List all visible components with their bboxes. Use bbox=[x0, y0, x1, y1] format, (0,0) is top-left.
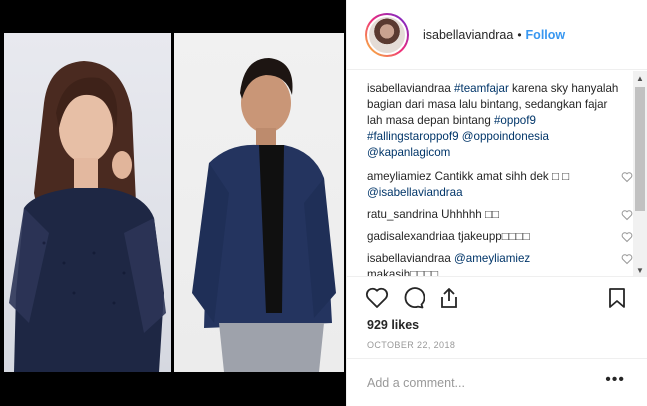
photo-woman bbox=[4, 33, 171, 372]
photo-man bbox=[174, 33, 344, 372]
post-caption: isabellaviandraa #teamfajar karena sky h… bbox=[367, 81, 623, 161]
comment-text: Cantikk amat sihh dek bbox=[431, 170, 552, 183]
scroll-down-arrow-icon[interactable]: ▼ bbox=[633, 263, 647, 276]
mention-oppoindonesia[interactable]: @oppoindonesia bbox=[462, 130, 549, 143]
avatar[interactable] bbox=[365, 12, 409, 57]
comments-list: isabellaviandraa #teamfajar karena sky h… bbox=[347, 71, 647, 277]
comment-mention[interactable]: @ameyliamiez bbox=[454, 252, 530, 265]
hashtag-fallingstaroppof9[interactable]: #fallingstaroppof9 bbox=[367, 130, 459, 143]
comment-like-heart-icon[interactable] bbox=[621, 253, 633, 265]
comment-username[interactable]: ameyliamiez bbox=[367, 170, 431, 183]
post-header: isabellaviandraa • Follow bbox=[347, 0, 647, 70]
comment-item: ameyliamiez Cantikk amat sihh dek □ □ @i… bbox=[367, 169, 633, 201]
post-side-panel: isabellaviandraa • Follow isabellaviandr… bbox=[346, 0, 647, 406]
comment-item: ratu_sandrina Uhhhhh □□ bbox=[367, 207, 633, 223]
heart-icon[interactable] bbox=[365, 286, 389, 310]
comment-username[interactable]: ratu_sandrina bbox=[367, 208, 438, 221]
scroll-up-arrow-icon[interactable]: ▲ bbox=[633, 71, 647, 85]
scroll-thumb[interactable] bbox=[635, 87, 645, 211]
add-comment-bar: ••• bbox=[347, 358, 647, 406]
post-actions bbox=[347, 278, 647, 318]
bookmark-icon[interactable] bbox=[605, 286, 629, 310]
comment-username[interactable]: gadisalexandriaa bbox=[367, 230, 455, 243]
likes-count[interactable]: 929 likes bbox=[367, 318, 419, 332]
more-options-icon[interactable]: ••• bbox=[605, 371, 625, 389]
comment-glyphs: □ □ bbox=[551, 170, 570, 183]
post-media bbox=[0, 0, 346, 406]
comment-like-heart-icon[interactable] bbox=[621, 231, 633, 243]
share-icon[interactable] bbox=[437, 286, 461, 310]
comment-like-heart-icon[interactable] bbox=[621, 209, 633, 221]
hashtag-teamfajar[interactable]: #teamfajar bbox=[454, 82, 509, 95]
add-comment-input[interactable] bbox=[367, 373, 597, 393]
post-date[interactable]: OCTOBER 22, 2018 bbox=[367, 340, 455, 350]
comment-text: makasih□□□□ bbox=[367, 268, 439, 277]
comment-item: isabellaviandraa @ameyliamiez makasih□□□… bbox=[367, 251, 633, 277]
header-separator: • bbox=[517, 27, 522, 42]
caption-username[interactable]: isabellaviandraa bbox=[367, 82, 451, 95]
comments-scrollbar[interactable]: ▲ ▼ bbox=[633, 71, 647, 276]
header-username[interactable]: isabellaviandraa bbox=[423, 28, 513, 42]
media-letterbox-bottom bbox=[0, 372, 346, 406]
comment-bubble-icon[interactable] bbox=[401, 286, 425, 310]
comment-like-heart-icon[interactable] bbox=[621, 171, 633, 183]
comment-text: tjakeupp□□□□ bbox=[454, 230, 530, 243]
comment-text: Uhhhhh □□ bbox=[437, 208, 499, 221]
follow-button[interactable]: Follow bbox=[526, 28, 566, 42]
hashtag-oppof9[interactable]: #oppof9 bbox=[494, 114, 536, 127]
mention-kapanlagicom[interactable]: @kapanlagicom bbox=[367, 146, 450, 159]
comment-item: gadisalexandriaa tjakeupp□□□□ bbox=[367, 229, 633, 245]
media-letterbox-top bbox=[0, 0, 346, 33]
comment-username[interactable]: isabellaviandraa bbox=[367, 252, 451, 265]
comment-mention[interactable]: @isabellaviandraa bbox=[367, 186, 463, 199]
